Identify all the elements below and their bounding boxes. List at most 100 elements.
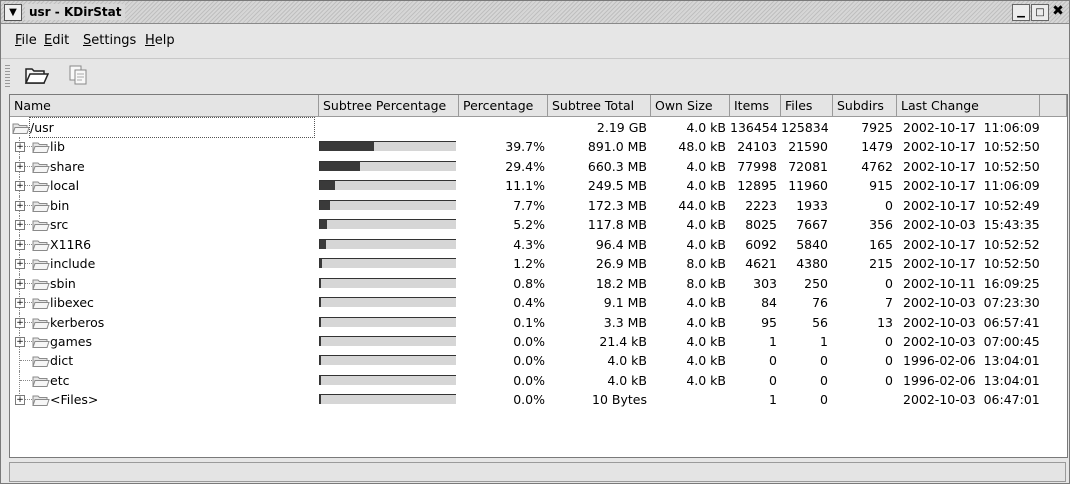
row-name: share xyxy=(50,158,85,174)
tree-row[interactable]: + share 29.4% 660.3 MB 4.0 kB 77998 72081 4762 2… xyxy=(10,156,1065,177)
directory-tree-list[interactable]: Name Subtree Percentage Percentage Subtree … xyxy=(9,94,1068,458)
menu-item-edit[interactable]: Edit xyxy=(44,33,69,48)
tree-row[interactable]: + sbin 0.8% 18.2 MB 8.0 kB 303 250 0 2002-10-11 … xyxy=(10,273,1065,294)
minimize-icon[interactable]: ▁ xyxy=(1012,4,1030,21)
cell-files: 11960 xyxy=(788,178,828,194)
menu-item-help[interactable]: Help xyxy=(145,33,175,48)
maximize-icon[interactable]: □ xyxy=(1031,4,1049,21)
cell-last-change: 2002-10-17 10:52:52 xyxy=(903,236,1040,252)
column-header-subtree-percentage[interactable]: Subtree Percentage xyxy=(319,95,459,117)
tree-row[interactable]: + bin 7.7% 172.3 MB 44.0 kB 2223 1933 0 2002-10-… xyxy=(10,195,1065,216)
cell-last-change: 2002-10-11 16:09:25 xyxy=(903,275,1040,291)
column-header-subtree-total[interactable]: Subtree Total xyxy=(548,95,651,117)
cell-percentage: 0.0% xyxy=(513,392,545,408)
cell-percentage: 11.1% xyxy=(505,178,545,194)
app-window: ▼ usr - KDirStat ▁ □ ✖ File Edit Settings H… xyxy=(0,0,1070,484)
close-icon[interactable]: ✖ xyxy=(1050,4,1066,19)
folder-icon xyxy=(32,240,50,251)
toolbar-grip[interactable] xyxy=(5,63,10,87)
cell-subdirs: 215 xyxy=(869,256,893,272)
expand-icon[interactable]: + xyxy=(15,142,25,153)
tree-row[interactable]: + X11R6 4.3% 96.4 MB 4.0 kB 6092 5840 165 2002-1… xyxy=(10,234,1065,255)
cell-subtree-total: 96.4 MB xyxy=(595,236,647,252)
tree-row[interactable]: + games 0.0% 21.4 kB 4.0 kB 1 1 0 2002-10-03 07:… xyxy=(10,331,1065,352)
cell-percentage: 29.4% xyxy=(505,158,545,174)
row-name: src xyxy=(50,217,69,233)
folder-icon xyxy=(32,162,50,173)
expand-icon[interactable]: + xyxy=(15,298,25,309)
open-folder-icon[interactable] xyxy=(23,62,50,88)
menu-accelerator: E xyxy=(44,33,53,48)
expand-icon[interactable]: + xyxy=(15,278,25,289)
row-name: sbin xyxy=(50,275,76,291)
subtree-percentage-fill xyxy=(320,317,322,327)
cell-subtree-total: 117.8 MB xyxy=(587,217,647,233)
cell-subdirs: 13 xyxy=(877,314,893,330)
expand-icon[interactable]: + xyxy=(15,259,25,270)
cell-percentage: 0.8% xyxy=(513,275,545,291)
subtree-percentage-bar xyxy=(319,180,456,191)
tree-row[interactable]: + local 11.1% 249.5 MB 4.0 kB 12895 11960 915 20… xyxy=(10,176,1065,197)
expand-icon[interactable]: + xyxy=(15,220,25,231)
cell-files: 0 xyxy=(820,353,828,369)
cell-files: 1 xyxy=(820,333,828,349)
subtree-percentage-bar xyxy=(319,297,456,308)
copy-icon[interactable] xyxy=(65,62,91,88)
subtree-percentage-bar xyxy=(319,238,456,249)
title-bar[interactable]: ▼ usr - KDirStat ▁ □ ✖ xyxy=(1,1,1069,24)
expand-icon[interactable]: + xyxy=(15,181,25,192)
subtree-percentage-fill xyxy=(320,181,336,191)
tree-row[interactable]: /usr 2.19 GB 4.0 kB 136454 125834 7925 2002-10… xyxy=(10,117,1065,138)
column-header-items[interactable]: Items xyxy=(730,95,781,117)
menu-item-file[interactable]: File xyxy=(15,33,37,48)
column-header-own-size[interactable]: Own Size xyxy=(651,95,730,117)
row-name: libexec xyxy=(50,295,94,311)
status-bar xyxy=(1,459,1069,483)
column-header-percentage[interactable]: Percentage xyxy=(459,95,548,117)
menu-bar: File Edit Settings Help xyxy=(1,24,1069,56)
cell-percentage: 1.2% xyxy=(513,256,545,272)
folder-icon xyxy=(32,376,50,387)
cell-own-size: 4.0 kB xyxy=(686,236,726,252)
expand-icon[interactable]: + xyxy=(15,317,25,328)
window-menu-icon[interactable]: ▼ xyxy=(4,4,22,21)
tree-row[interactable]: + libexec 0.4% 9.1 MB 4.0 kB 84 76 7 2002-10-03 … xyxy=(10,293,1065,314)
expand-icon[interactable]: + xyxy=(15,336,25,347)
tree-row[interactable]: + <Files> 0.0% 10 Bytes 1 0 2002-10-03 06:47:0… xyxy=(10,390,1065,409)
tree-row[interactable]: dict 0.0% 4.0 kB 4.0 kB 0 0 0 1996-02-06 13:04:… xyxy=(10,351,1065,372)
expand-icon[interactable]: + xyxy=(15,395,25,406)
window-title: usr - KDirStat xyxy=(25,4,126,20)
subtree-percentage-bar xyxy=(319,374,456,385)
column-header-files[interactable]: Files xyxy=(781,95,833,117)
tree-row[interactable]: + lib 39.7% 891.0 MB 48.0 kB 24103 21590 1479 20… xyxy=(10,137,1065,158)
expand-icon[interactable]: + xyxy=(15,161,25,172)
column-header-last-change[interactable]: Last Change xyxy=(897,95,1040,117)
row-name: etc xyxy=(50,372,70,388)
cell-items: 2223 xyxy=(745,197,777,213)
cell-items: 84 xyxy=(761,295,777,311)
tree-row[interactable]: + include 1.2% 26.9 MB 8.0 kB 4621 4380 215 2002… xyxy=(10,254,1065,275)
cell-percentage: 39.7% xyxy=(505,139,545,155)
tree-row[interactable]: etc 0.0% 4.0 kB 4.0 kB 0 0 0 1996-02-06 13:04:0… xyxy=(10,370,1065,391)
subtree-percentage-fill xyxy=(320,220,328,230)
cell-percentage: 0.0% xyxy=(513,372,545,388)
subtree-percentage-bar xyxy=(319,316,456,327)
cell-files: 76 xyxy=(812,295,828,311)
cell-own-size xyxy=(651,390,726,409)
cell-last-change: 2002-10-17 11:06:09 xyxy=(903,120,1040,135)
expand-icon[interactable]: + xyxy=(15,200,25,211)
expand-icon[interactable]: + xyxy=(15,239,25,250)
tree-row[interactable]: + kerberos 0.1% 3.3 MB 4.0 kB 95 56 13 2002-10-0… xyxy=(10,312,1065,333)
cell-own-size: 8.0 kB xyxy=(686,275,726,291)
cell-subdirs: 0 xyxy=(885,275,893,291)
cell-own-size: 4.0 kB xyxy=(686,372,726,388)
folder-icon xyxy=(32,395,50,407)
column-header-name[interactable]: Name xyxy=(10,95,319,117)
cell-last-change: 1996-02-06 13:04:01 xyxy=(903,353,1040,369)
cell-subtree-total: 10 Bytes xyxy=(592,392,647,408)
column-header-subdirs[interactable]: Subdirs xyxy=(833,95,897,117)
row-name: bin xyxy=(50,197,70,213)
tree-row[interactable]: + src 5.2% 117.8 MB 4.0 kB 8025 7667 356 2002-10… xyxy=(10,215,1065,236)
menu-item-settings[interactable]: Settings xyxy=(83,33,136,48)
cell-subtree-total: 9.1 MB xyxy=(603,295,647,311)
